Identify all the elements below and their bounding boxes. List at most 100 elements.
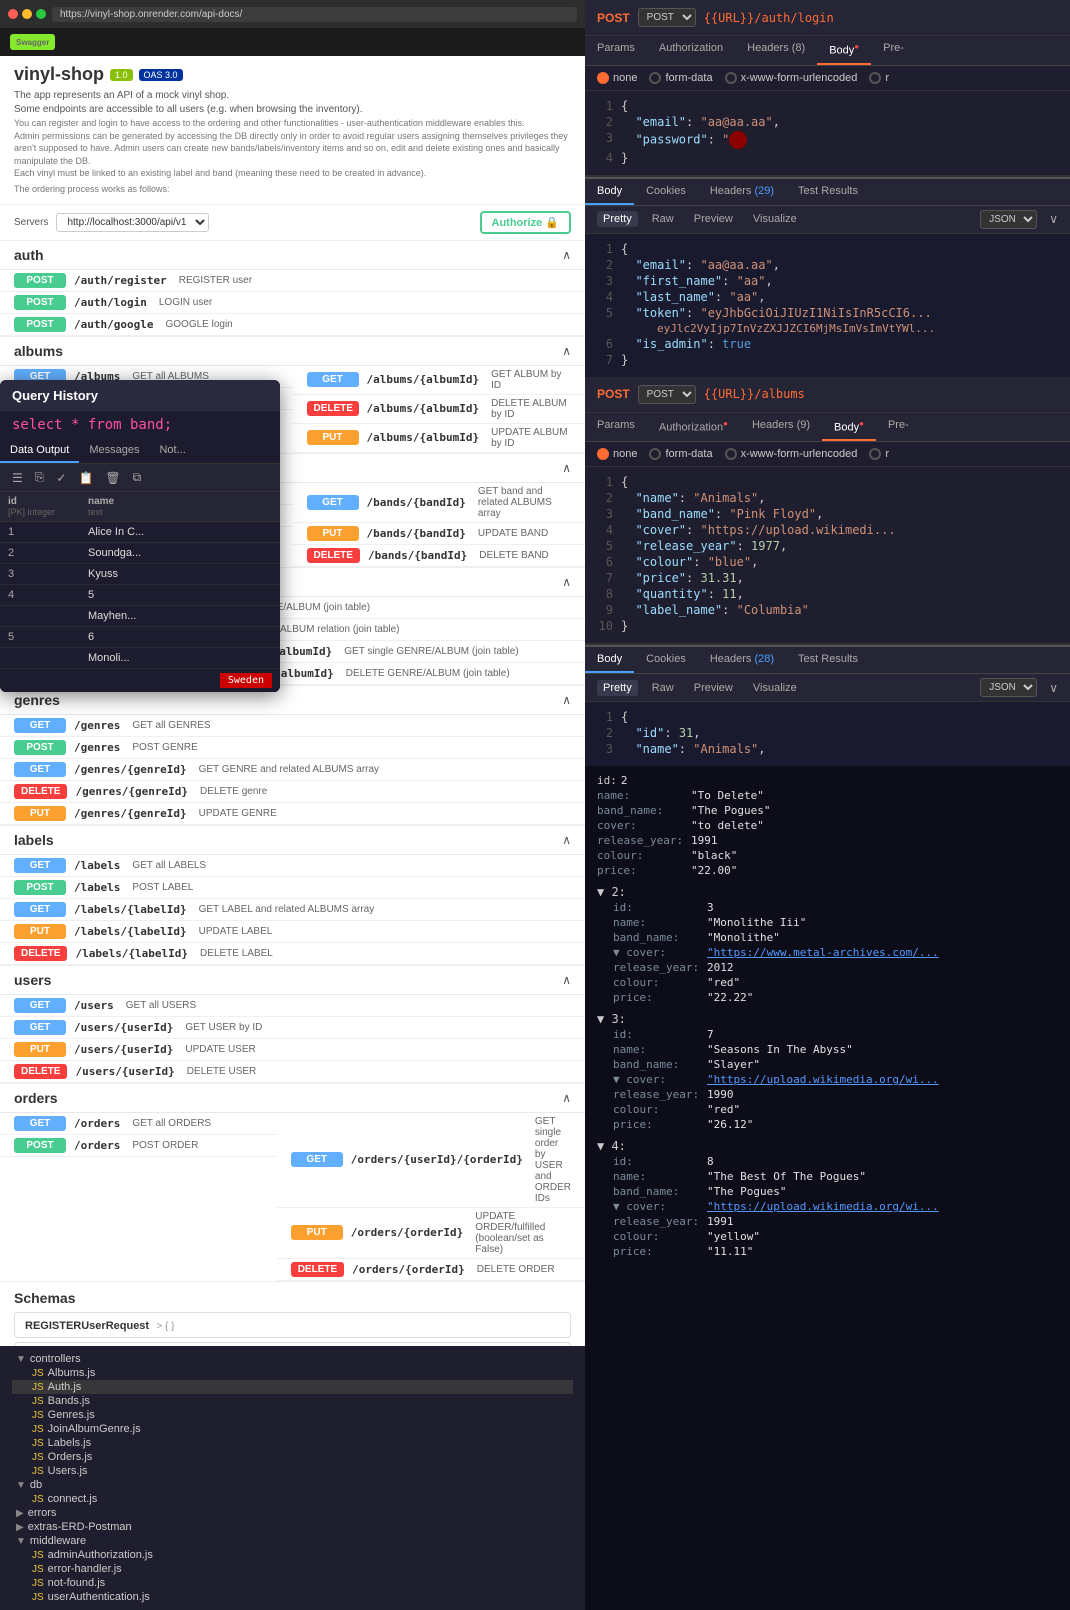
- tree-joinalbumgenre-js[interactable]: JS JoinAlbumGenre.js: [12, 1422, 573, 1436]
- albums-tab-body[interactable]: Body●: [822, 413, 876, 442]
- tab-not[interactable]: Not...: [149, 439, 195, 463]
- qh-btn-list[interactable]: ☰: [8, 469, 27, 487]
- endpoint-post-orders[interactable]: POST /orders POST ORDER: [0, 1135, 277, 1157]
- fmt-pretty[interactable]: Pretty: [597, 211, 638, 227]
- albums-radio-urlencoded[interactable]: x-www-form-urlencoded: [725, 448, 858, 460]
- tab-body[interactable]: Body●: [817, 36, 871, 65]
- tree-auth-js[interactable]: JS Auth.js: [12, 1380, 573, 1394]
- qh-row-4[interactable]: 4 5: [0, 585, 280, 606]
- albums-resp-tests[interactable]: Test Results: [786, 647, 870, 673]
- albums-tab-params[interactable]: Params: [585, 413, 647, 442]
- qh-row-7[interactable]: Monoli...: [0, 648, 280, 669]
- endpoint-get-users[interactable]: GET /users GET all USERS: [0, 995, 585, 1017]
- albums-fmt-preview[interactable]: Preview: [688, 680, 739, 696]
- schema-register[interactable]: REGISTERUserRequest > { }: [14, 1312, 571, 1338]
- endpoint-delete-genre-id[interactable]: DELETE /genres/{genreId} DELETE genre: [0, 781, 585, 803]
- dot-green[interactable]: [36, 9, 46, 19]
- endpoint-get-genre-id[interactable]: GET /genres/{genreId} GET GENRE and rela…: [0, 759, 585, 781]
- albums-fmt-raw[interactable]: Raw: [646, 680, 680, 696]
- tree-middleware[interactable]: ▼ middleware: [12, 1534, 573, 1548]
- endpoint-get-user-id[interactable]: GET /users/{userId} GET USER by ID: [0, 1017, 585, 1039]
- endpoint-get-label-id[interactable]: GET /labels/{labelId} GET LABEL and rela…: [0, 899, 585, 921]
- endpoint-put-label-id[interactable]: PUT /labels/{labelId} UPDATE LABEL: [0, 921, 585, 943]
- tree-genres-js[interactable]: JS Genres.js: [12, 1408, 573, 1422]
- fmt-preview[interactable]: Preview: [688, 211, 739, 227]
- qh-row-1[interactable]: 1 Alice In C...: [0, 522, 280, 543]
- endpoint-post-labels[interactable]: POST /labels POST LABEL: [0, 877, 585, 899]
- tree-db[interactable]: ▼ db: [12, 1478, 573, 1492]
- endpoint-delete-label-id[interactable]: DELETE /labels/{labelId} DELETE LABEL: [0, 943, 585, 965]
- endpoint-get-album-id[interactable]: GET /albums/{albumId} GET ALBUM by ID: [293, 366, 586, 395]
- qh-btn-copy[interactable]: ⎘: [31, 468, 49, 487]
- albums-tab-headers[interactable]: Headers (9): [740, 413, 822, 442]
- albums-tab-authorization[interactable]: Authorization●: [647, 413, 740, 442]
- endpoint-delete-order-id[interactable]: DELETE /orders/{orderId} DELETE ORDER: [277, 1259, 585, 1281]
- endpoint-put-user-id[interactable]: PUT /users/{userId} UPDATE USER: [0, 1039, 585, 1061]
- endpoint-get-band-id[interactable]: GET /bands/{bandId} GET band and related…: [293, 483, 586, 523]
- radio-none[interactable]: none: [597, 72, 637, 84]
- albums-fmt-select[interactable]: JSON: [980, 678, 1037, 697]
- fmt-visualize[interactable]: Visualize: [747, 211, 803, 227]
- tree-bands-js[interactable]: JS Bands.js: [12, 1394, 573, 1408]
- qh-btn-check[interactable]: ✓: [52, 469, 70, 487]
- tab-pre[interactable]: Pre-: [871, 36, 916, 65]
- tree-adminauth-js[interactable]: JS adminAuthorization.js: [12, 1548, 573, 1562]
- fmt-select[interactable]: JSON: [980, 210, 1037, 229]
- endpoint-post-genres[interactable]: POST /genres POST GENRE: [0, 737, 585, 759]
- tab-authorization[interactable]: Authorization: [647, 36, 735, 65]
- endpoint-put-genre-id[interactable]: PUT /genres/{genreId} UPDATE GENRE: [0, 803, 585, 825]
- qh-btn-trash[interactable]: 🗑: [101, 469, 124, 487]
- qh-row-2[interactable]: 2 Soundga...: [0, 543, 280, 564]
- tree-userauth-js[interactable]: JS userAuthentication.js: [12, 1590, 573, 1604]
- dot-yellow[interactable]: [22, 9, 32, 19]
- resp-tab-body[interactable]: Body: [585, 179, 634, 205]
- qh-row-6[interactable]: 5 6: [0, 627, 280, 648]
- endpoint-put-band-id[interactable]: PUT /bands/{bandId} UPDATE BAND: [293, 523, 586, 545]
- labels-header[interactable]: labels ∧: [0, 826, 585, 855]
- endpoint-delete-band-id[interactable]: DELETE /bands/{bandId} DELETE BAND: [293, 545, 586, 567]
- tree-albums-js[interactable]: JS Albums.js: [12, 1366, 573, 1380]
- qh-row-3[interactable]: 3 Kyuss: [0, 564, 280, 585]
- auth-header[interactable]: auth ∧: [0, 241, 585, 270]
- tree-orders-js[interactable]: JS Orders.js: [12, 1450, 573, 1464]
- endpoint-post-google[interactable]: POST /auth/google GOOGLE login: [0, 314, 585, 336]
- endpoint-get-labels[interactable]: GET /labels GET all LABELS: [0, 855, 585, 877]
- dot-red[interactable]: [8, 9, 18, 19]
- resp-tab-cookies[interactable]: Cookies: [634, 179, 698, 205]
- orders-header[interactable]: orders ∧: [0, 1084, 585, 1113]
- tree-notfound-js[interactable]: JS not-found.js: [12, 1576, 573, 1590]
- albums-resp-cookies[interactable]: Cookies: [634, 647, 698, 673]
- tree-users-js[interactable]: JS Users.js: [12, 1464, 573, 1478]
- albums-radio-form-data[interactable]: form-data: [649, 448, 712, 460]
- tab-headers-8[interactable]: Headers (8): [735, 36, 817, 65]
- albums-tab-pre[interactable]: Pre-: [876, 413, 921, 442]
- endpoint-delete-album-id[interactable]: DELETE /albums/{albumId} DELETE ALBUM by…: [293, 395, 586, 424]
- endpoint-get-genres[interactable]: GET /genres GET all GENRES: [0, 715, 585, 737]
- tab-messages[interactable]: Messages: [79, 439, 149, 463]
- auth-body-editor[interactable]: 1 { 2 "email": "aa@aa.aa", 3 "password":…: [585, 91, 1070, 175]
- users-header[interactable]: users ∧: [0, 966, 585, 995]
- tree-labels-js[interactable]: JS Labels.js: [12, 1436, 573, 1450]
- tree-errors[interactable]: ▶ errors: [12, 1506, 573, 1520]
- albums-radio-r[interactable]: r: [869, 448, 889, 460]
- tree-errorhandler-js[interactable]: JS error-handler.js: [12, 1562, 573, 1576]
- albums-body-editor[interactable]: 1{ 2 "name": "Animals", 3 "band_name": "…: [585, 467, 1070, 643]
- radio-urlencoded[interactable]: x-www-form-urlencoded: [725, 72, 858, 84]
- albums-fmt-visualize[interactable]: Visualize: [747, 680, 803, 696]
- endpoint-post-register[interactable]: POST /auth/register REGISTER user: [0, 270, 585, 292]
- albums-resp-headers[interactable]: Headers (28): [698, 647, 786, 673]
- radio-r[interactable]: r: [869, 72, 889, 84]
- endpoint-post-login[interactable]: POST /auth/login LOGIN user: [0, 292, 585, 314]
- albums-method-dropdown[interactable]: POST: [638, 385, 696, 404]
- albums-radio-none[interactable]: none: [597, 448, 637, 460]
- endpoint-delete-user-id[interactable]: DELETE /users/{userId} DELETE USER: [0, 1061, 585, 1083]
- qh-btn-paste[interactable]: 📋: [74, 469, 97, 487]
- authorize-button[interactable]: Authorize 🔒: [480, 211, 571, 234]
- qh-btn-filter[interactable]: ⧉: [129, 468, 146, 487]
- fmt-raw[interactable]: Raw: [646, 211, 680, 227]
- tree-controllers[interactable]: ▼ controllers: [12, 1352, 573, 1366]
- endpoint-put-order-id[interactable]: PUT /orders/{orderId} UPDATE ORDER/fulfi…: [277, 1208, 585, 1259]
- endpoint-get-orders[interactable]: GET /orders GET all ORDERS: [0, 1113, 277, 1135]
- radio-form-data[interactable]: form-data: [649, 72, 712, 84]
- tab-params[interactable]: Params: [585, 36, 647, 65]
